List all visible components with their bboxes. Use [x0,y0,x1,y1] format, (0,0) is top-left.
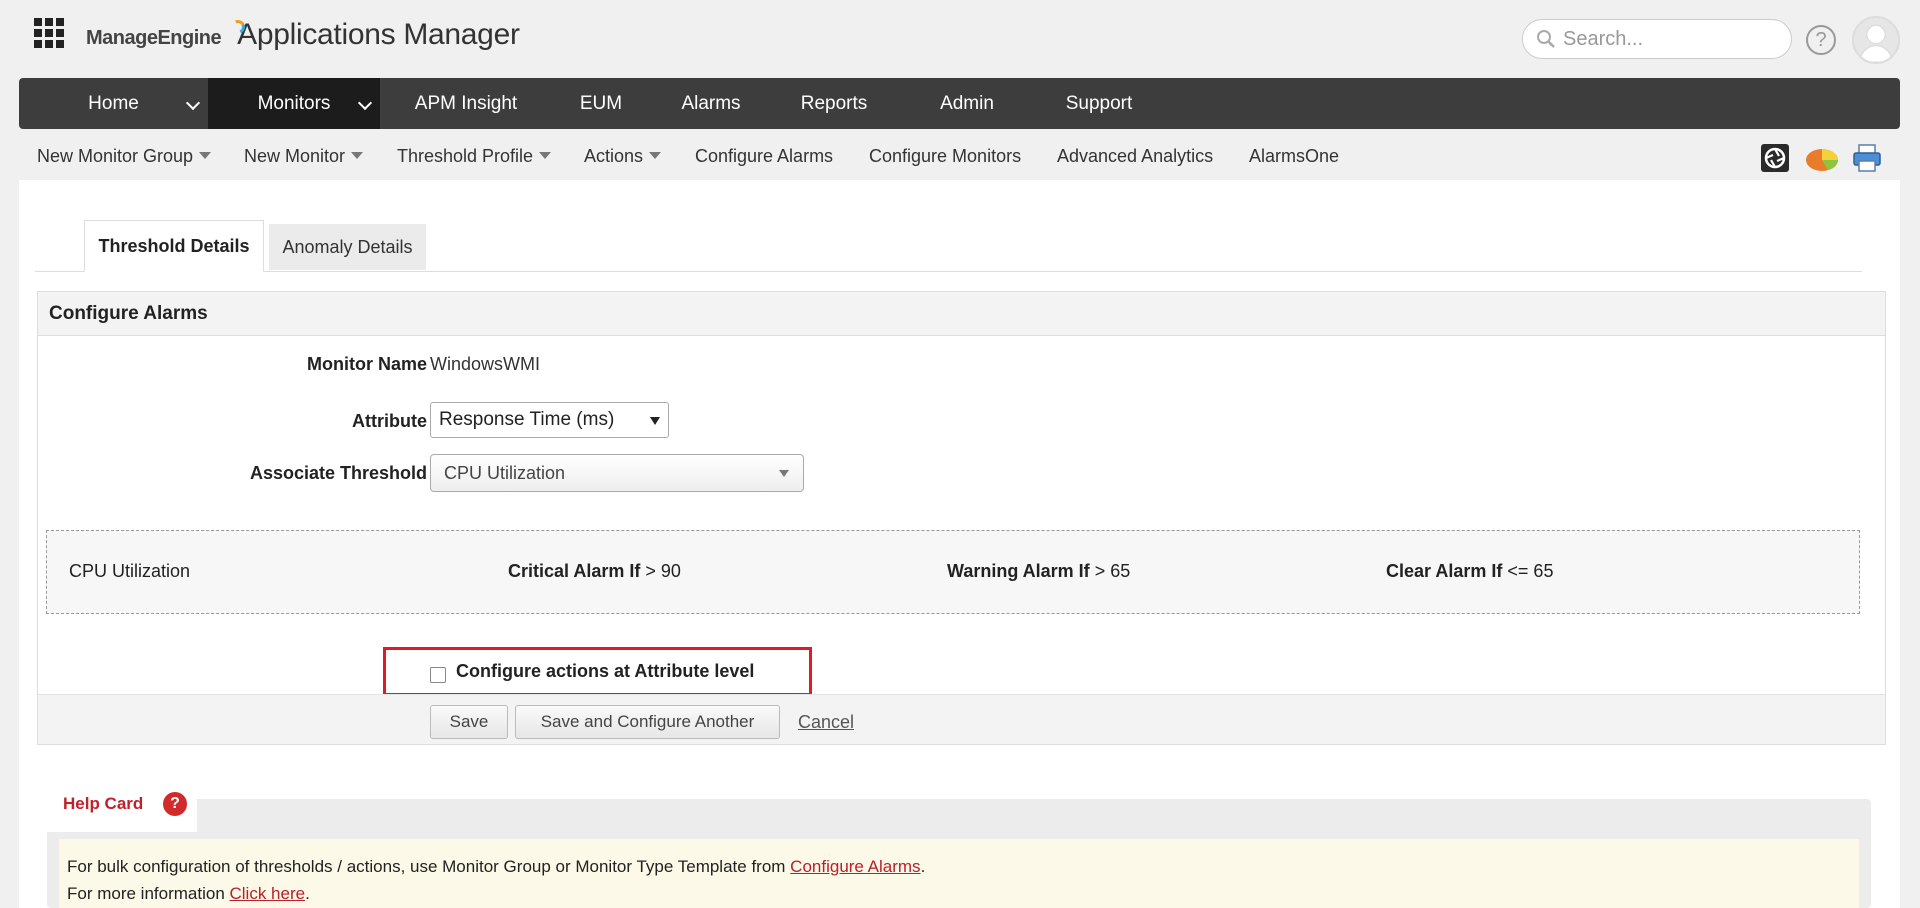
warning-alarm-label: Warning Alarm If [947,561,1090,581]
dropdown-arrow-icon [351,152,364,159]
actions-label: Actions [584,146,644,166]
app-header: ManageEngine Applications Manager ? [0,0,1920,78]
tab-threshold-details[interactable]: Threshold Details [84,220,264,272]
configure-actions-checkbox[interactable] [430,667,446,683]
attribute-select-value: Response Time (ms) [439,409,615,430]
nav-support-label: Support [1065,92,1133,114]
dropdown-arrow-icon [539,152,552,159]
nav-eum[interactable]: EUM [552,78,650,129]
advanced-analytics-link[interactable]: Advanced Analytics [1057,146,1213,167]
help-line-2-end: . [305,884,310,903]
help-line-1: For bulk configuration of thresholds / a… [67,853,1851,880]
help-line-2-text: For more information [67,884,230,903]
brand-product: Applications Manager [237,18,520,51]
chevron-down-icon[interactable] [185,95,201,111]
brand-logo[interactable]: ManageEngine Applications Manager [86,18,520,52]
chevron-down-icon[interactable] [357,95,373,111]
help-line-1-text: For bulk configuration of thresholds / a… [67,857,791,876]
warning-alarm-value: > 65 [1094,561,1131,581]
critical-alarm-value: > 90 [645,561,681,581]
section-title: Configure Alarms [38,292,1885,336]
search-box[interactable] [1522,19,1792,59]
threshold-summary: CPU Utilization Critical Alarm If > 90 W… [46,530,1860,614]
attribute-select[interactable]: Response Time (ms) [430,402,669,438]
monitor-name-label: Monitor Name [306,354,427,374]
actions-menu[interactable]: Actions [584,146,662,167]
help-line-2: For more information Click here. [67,880,1851,907]
sub-toolbar: New Monitor Group New Monitor Threshold … [0,140,1920,174]
associate-threshold-label: Associate Threshold [249,463,427,483]
new-monitor-group-menu[interactable]: New Monitor Group [37,146,212,167]
configure-alarms-section: Configure Alarms Monitor Name WindowsWMI… [37,291,1886,745]
question-icon: ? [163,792,187,816]
help-card-body: For bulk configuration of thresholds / a… [59,839,1859,908]
nav-alarms[interactable]: Alarms [650,78,772,129]
associate-threshold-select[interactable]: CPU Utilization [430,454,804,492]
nav-reports-label: Reports [800,92,868,114]
main-panel: Threshold Details Anomaly Details Config… [19,180,1900,908]
monitor-name-value: WindowsWMI [430,354,541,374]
avatar[interactable] [1852,16,1900,64]
nav-apm-insight[interactable]: APM Insight [380,78,552,129]
save-and-configure-another-button[interactable]: Save and Configure Another [515,705,780,739]
help-card: Help Card ? For bulk configuration of th… [47,792,1871,908]
search-input[interactable] [1563,27,1763,51]
clear-alarm-label: Clear Alarm If [1386,561,1503,581]
configure-actions-label[interactable]: Configure actions at Attribute level [456,661,754,682]
nav-home[interactable]: Home [19,78,208,129]
clear-alarm-rule: Clear Alarm If <= 65 [1386,561,1553,582]
configure-actions-highlight: Configure actions at Attribute level [383,647,812,696]
critical-alarm-rule: Critical Alarm If > 90 [508,561,681,582]
help-line-1-end: . [920,857,926,876]
cancel-link[interactable]: Cancel [798,712,854,733]
new-monitor-label: New Monitor [244,146,346,166]
tab-anomaly-details[interactable]: Anomaly Details [269,224,426,270]
attribute-label: Attribute [352,411,427,431]
main-nav: Home Monitors APM Insight EUM Alarms Rep… [19,78,1900,129]
save-button[interactable]: Save [430,705,508,739]
threshold-profile-label: Threshold Profile [397,146,534,166]
nav-admin[interactable]: Admin [896,78,1038,129]
dropdown-arrow-icon [650,417,660,425]
configure-alarms-link[interactable]: Configure Alarms [695,146,833,167]
dropdown-arrow-icon [199,152,212,159]
user-icon [1858,24,1894,62]
app-grid-icon[interactable] [34,18,65,49]
pie-chart-icon[interactable] [1804,142,1838,174]
help-icon[interactable]: ? [1806,25,1836,55]
help-card-title: Help Card [63,794,144,813]
nav-support[interactable]: Support [1038,78,1160,129]
dropdown-arrow-icon [649,152,662,159]
nav-monitors[interactable]: Monitors [208,78,380,129]
new-monitor-group-label: New Monitor Group [37,146,194,166]
configure-alarms-help-link[interactable]: Configure Alarms [790,857,920,876]
warning-alarm-rule: Warning Alarm If > 65 [947,561,1130,582]
nav-home-label: Home [88,92,139,114]
new-monitor-menu[interactable]: New Monitor [244,146,364,167]
click-here-link[interactable]: Click here [230,884,306,903]
tab-bar: Threshold Details Anomaly Details [35,220,1862,272]
nav-admin-label: Admin [940,92,994,114]
configure-monitors-link[interactable]: Configure Monitors [869,146,1021,167]
clear-alarm-value: <= 65 [1507,561,1554,581]
nav-apm-insight-label: APM Insight [414,92,518,114]
nav-monitors-label: Monitors [257,92,331,114]
printer-icon[interactable] [1851,142,1883,174]
brand-company: ManageEngine [86,27,222,49]
associate-threshold-value: CPU Utilization [444,462,566,483]
help-card-tab: Help Card ? [47,792,197,832]
nav-reports[interactable]: Reports [772,78,896,129]
search-icon [1537,30,1555,48]
threshold-name: CPU Utilization [69,561,191,581]
action-button-bar: Save Save and Configure Another Cancel [38,694,1885,744]
camera-shutter-icon[interactable] [1759,142,1791,174]
critical-alarm-label: Critical Alarm If [508,561,641,581]
alarmsone-link[interactable]: AlarmsOne [1249,146,1339,167]
nav-alarms-label: Alarms [681,92,741,114]
dropdown-arrow-icon [779,470,789,477]
threshold-profile-menu[interactable]: Threshold Profile [397,146,552,167]
nav-eum-label: EUM [579,92,623,114]
